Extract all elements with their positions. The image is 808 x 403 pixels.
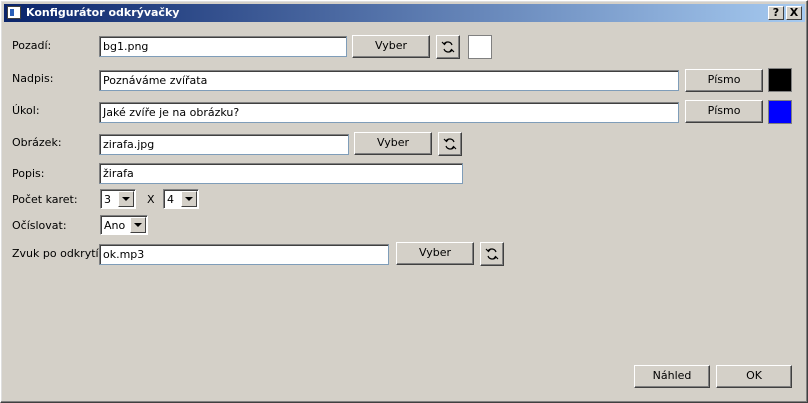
numbering-select[interactable]: Ano [100, 215, 148, 235]
card-count-separator: X [147, 193, 155, 206]
numbering-label: Očíslovat: [12, 219, 67, 232]
description-label: Popis: [12, 167, 45, 180]
card-rows-value: 3 [104, 193, 111, 206]
refresh-icon [485, 248, 499, 260]
heading-input[interactable]: Poznáváme zvířata [99, 70, 679, 91]
sound-label: Zvuk po odkrytí: [12, 247, 103, 260]
task-font-button[interactable]: Písmo [685, 100, 763, 123]
heading-font-button[interactable]: Písmo [685, 69, 763, 92]
task-input[interactable]: Jaké zvíře je na obrázku? [99, 102, 679, 123]
background-browse-button[interactable]: Vyber [352, 35, 430, 58]
card-rows-select[interactable]: 3 [100, 189, 136, 209]
chevron-down-icon[interactable] [130, 217, 146, 233]
background-refresh-button[interactable] [436, 35, 460, 59]
chevron-down-icon[interactable] [118, 191, 134, 207]
task-label: Úkol: [12, 104, 40, 117]
heading-color-swatch[interactable] [768, 68, 792, 92]
heading-label: Nadpis: [12, 72, 54, 85]
sound-refresh-button[interactable] [480, 242, 504, 266]
chevron-down-icon[interactable] [181, 191, 197, 207]
refresh-icon [441, 41, 455, 53]
ok-button[interactable]: OK [716, 365, 792, 388]
image-file-input[interactable]: zirafa.jpg [99, 134, 349, 155]
sound-file-input[interactable]: ok.mp3 [99, 244, 389, 265]
card-cols-value: 4 [167, 193, 174, 206]
refresh-icon [443, 138, 457, 150]
numbering-value: Ano [104, 219, 126, 232]
preview-button[interactable]: Náhled [634, 365, 710, 388]
title-bar: Konfigurátor odkrývačky ? X [4, 4, 805, 22]
background-file-input[interactable]: bg1.png [99, 36, 347, 57]
background-color-swatch[interactable] [468, 35, 492, 59]
app-icon [7, 6, 21, 19]
window-title: Konfigurátor odkrývačky [26, 6, 180, 19]
task-color-swatch[interactable] [768, 100, 792, 124]
image-label: Obrázek: [12, 136, 62, 149]
image-browse-button[interactable]: Vyber [354, 132, 432, 155]
dialog-window: Konfigurátor odkrývačky ? X Pozadí: bg1.… [0, 0, 808, 403]
card-count-label: Počet karet: [12, 193, 78, 206]
background-label: Pozadí: [12, 39, 52, 52]
description-input[interactable]: žirafa [99, 163, 463, 184]
close-button[interactable]: X [786, 6, 802, 20]
help-button[interactable]: ? [768, 6, 784, 20]
sound-browse-button[interactable]: Vyber [396, 242, 474, 265]
image-refresh-button[interactable] [438, 132, 462, 156]
card-cols-select[interactable]: 4 [163, 189, 199, 209]
